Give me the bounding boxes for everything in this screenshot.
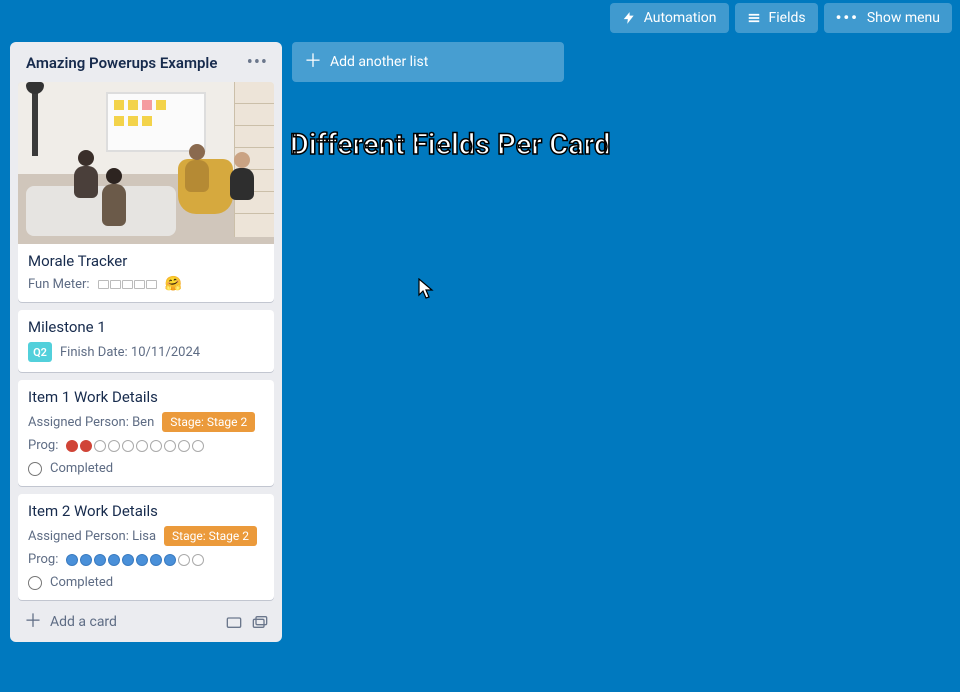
add-list-label: Add another list [330,54,428,70]
progress-dots [66,440,204,452]
checkbox-icon [28,576,42,590]
add-list-button[interactable]: ＋ Add another list [292,42,564,82]
checkbox-icon [28,462,42,476]
add-card-label: Add a card [50,614,117,630]
board-topbar: Automation Fields ••• Show menu [0,0,960,36]
completed-label: Completed [50,461,113,476]
show-menu-button[interactable]: ••• Show menu [824,3,952,33]
completed-label: Completed [50,575,113,590]
progress-label: Prog: [28,438,58,453]
card-morale[interactable]: Morale Tracker Fun Meter: 🤗 [18,82,274,302]
milestone-fields: Q2 Finish Date: 10/11/2024 [28,342,264,362]
assigned-person-field: Assigned Person: Lisa [28,529,156,544]
fields-icon [747,11,761,25]
list-title[interactable]: Amazing Powerups Example [26,54,217,72]
fields-label: Fields [769,10,806,26]
card-title: Item 1 Work Details [28,388,264,406]
card-stack-icon[interactable] [252,615,268,629]
template-icon[interactable] [226,615,242,629]
list: Amazing Powerups Example ••• [10,42,282,642]
add-card-button[interactable]: ＋ Add a card [24,614,117,630]
plus-icon: ＋ [304,55,322,69]
fields-button[interactable]: Fields [735,3,818,33]
fun-meter-boxes [98,280,157,289]
show-menu-label: Show menu [867,10,940,26]
card-title: Item 2 Work Details [28,502,264,520]
quarter-badge: Q2 [28,342,52,362]
card-milestone[interactable]: Milestone 1 Q2 Finish Date: 10/11/2024 [18,310,274,372]
lists-row: Amazing Powerups Example ••• [0,36,960,648]
list-menu-button[interactable]: ••• [247,58,268,68]
list-footer: ＋ Add a card [18,608,274,634]
card-item1[interactable]: Item 1 Work Details Assigned Person: Ben… [18,380,274,486]
fun-meter-emoji: 🤗 [165,276,182,292]
card-cover-image [18,82,274,244]
card-item2[interactable]: Item 2 Work Details Assigned Person: Lis… [18,494,274,600]
fun-meter-field: Fun Meter: 🤗 [28,276,264,292]
progress-label: Prog: [28,552,58,567]
progress-dots [66,554,204,566]
automation-label: Automation [644,10,717,26]
fun-meter-label: Fun Meter: [28,277,90,292]
completed-field: Completed [28,573,264,590]
stage-badge: Stage: Stage 2 [164,526,257,546]
card-title: Milestone 1 [28,318,264,336]
finish-date-field: Finish Date: 10/11/2024 [60,345,200,360]
completed-field: Completed [28,459,264,476]
more-icon: ••• [836,14,859,22]
board-canvas: Automation Fields ••• Show menu Amazing … [0,0,960,692]
assigned-person-field: Assigned Person: Ben [28,415,154,430]
automation-button[interactable]: Automation [610,3,729,33]
lightning-icon [622,11,636,25]
plus-icon: ＋ [24,615,42,629]
card-title: Morale Tracker [28,252,264,270]
list-header: Amazing Powerups Example ••• [18,50,274,74]
stage-badge: Stage: Stage 2 [162,412,255,432]
